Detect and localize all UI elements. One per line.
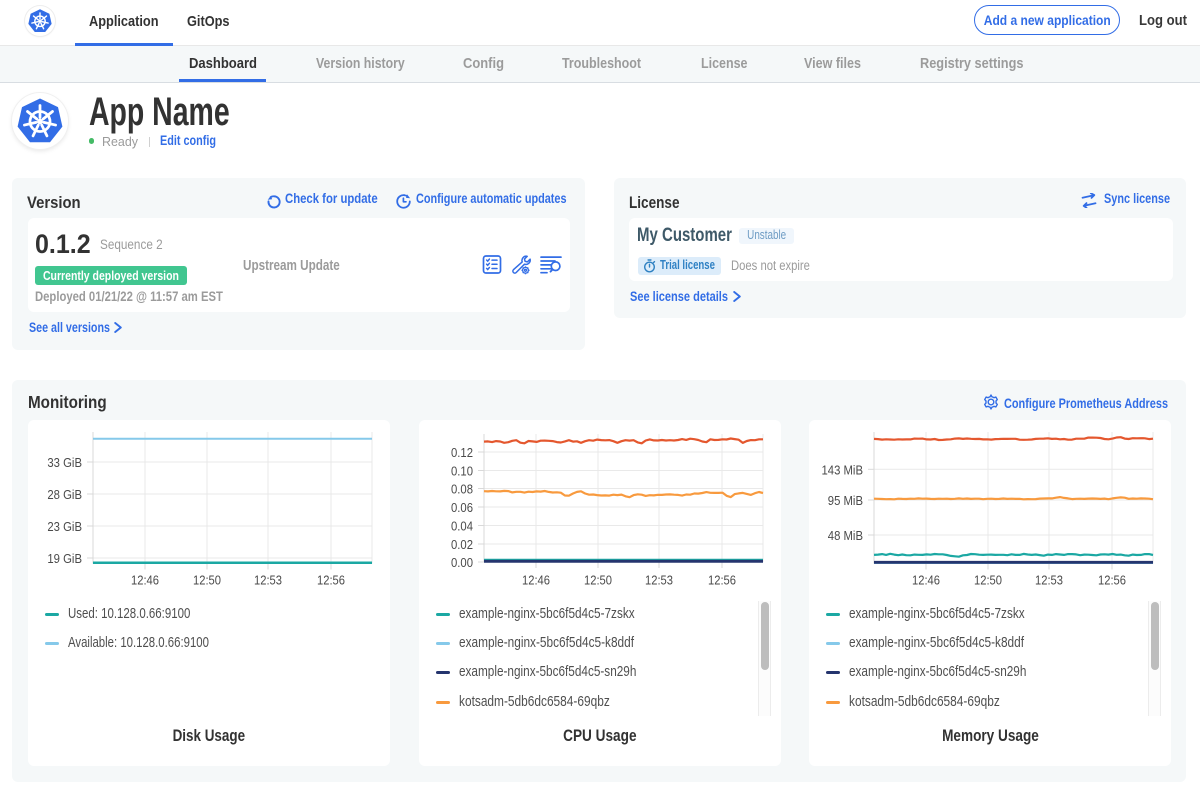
svg-text:12:50: 12:50 (193, 572, 221, 587)
svg-text:19 GiB: 19 GiB (47, 551, 82, 566)
svg-text:0.00: 0.00 (451, 555, 473, 570)
svg-text:12:56: 12:56 (1098, 572, 1126, 587)
svg-text:12:56: 12:56 (708, 572, 736, 587)
svg-text:0.12: 0.12 (451, 445, 473, 460)
svg-text:0.08: 0.08 (451, 482, 473, 497)
svg-text:12:50: 12:50 (584, 572, 612, 587)
svg-text:0.02: 0.02 (451, 537, 473, 552)
svg-text:0.06: 0.06 (451, 500, 473, 515)
svg-text:0.10: 0.10 (451, 464, 473, 479)
svg-text:33 GiB: 33 GiB (47, 455, 82, 470)
svg-text:12:46: 12:46 (912, 572, 940, 587)
svg-text:12:46: 12:46 (131, 572, 159, 587)
svg-text:12:56: 12:56 (317, 572, 345, 587)
svg-text:95 MiB: 95 MiB (828, 493, 863, 508)
svg-text:12:53: 12:53 (254, 572, 282, 587)
svg-text:12:46: 12:46 (522, 572, 550, 587)
svg-text:48 MiB: 48 MiB (828, 528, 863, 543)
svg-text:12:50: 12:50 (974, 572, 1002, 587)
svg-text:12:53: 12:53 (645, 572, 673, 587)
svg-text:23 GiB: 23 GiB (47, 519, 82, 534)
svg-text:12:53: 12:53 (1035, 572, 1063, 587)
svg-text:0.04: 0.04 (451, 519, 473, 534)
svg-text:143 MiB: 143 MiB (822, 462, 864, 477)
svg-text:28 GiB: 28 GiB (47, 487, 82, 502)
